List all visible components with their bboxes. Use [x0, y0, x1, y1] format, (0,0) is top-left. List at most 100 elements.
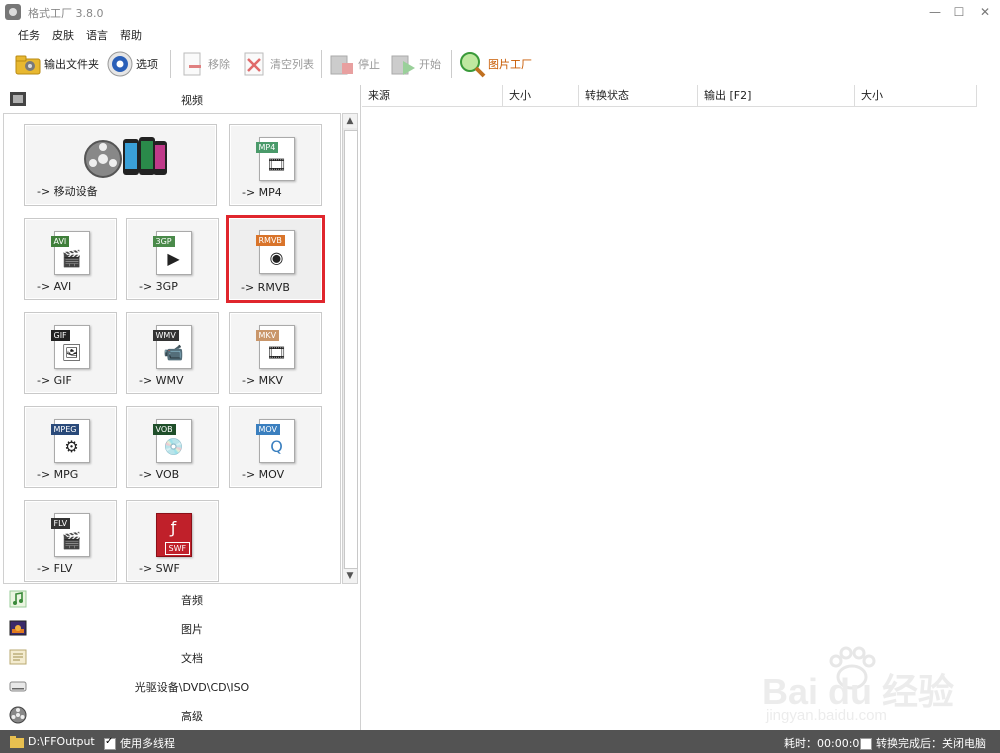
category-audio[interactable]: 音频	[0, 585, 360, 613]
scroll-up-arrow[interactable]: ▲	[343, 114, 357, 128]
category-picture-label: 图片	[181, 623, 203, 636]
column-header-output[interactable]: 输出 [F2]	[698, 85, 855, 107]
stop-button[interactable]: 停止	[328, 50, 380, 78]
menu-bar: 任务 皮肤 语言 帮助	[0, 24, 1000, 44]
minimize-button[interactable]: —	[922, 2, 948, 22]
tile-mov[interactable]: MOV Q -> MOV	[229, 406, 322, 488]
column-header-output-size[interactable]: 大小	[855, 85, 977, 107]
multithread-checkbox[interactable]: 使用多线程	[104, 735, 175, 751]
avi-icon: AVI 🎬	[50, 231, 90, 275]
scroll-thumb[interactable]	[344, 130, 358, 569]
remove-icon	[178, 50, 206, 78]
folder-icon	[14, 50, 42, 78]
elapsed-time: 耗时：00:00:00	[784, 737, 867, 750]
remove-label: 移除	[208, 58, 230, 71]
menu-skin[interactable]: 皮肤	[52, 27, 74, 43]
category-video[interactable]: 视频	[0, 85, 360, 113]
title-bar: 格式工厂 3.8.0 — ☐ ✕	[0, 0, 1000, 24]
close-button[interactable]: ✕	[972, 2, 998, 22]
tile-gif[interactable]: GIF 🖼 -> GIF	[24, 312, 117, 394]
gif-icon: GIF 🖼	[50, 325, 90, 369]
clear-list-label: 清空列表	[270, 58, 314, 71]
mov-icon: MOV Q	[255, 419, 295, 463]
tile-label: -> MKV	[242, 374, 283, 387]
remove-button[interactable]: 移除	[178, 50, 230, 78]
toolbar-divider	[451, 50, 452, 78]
after-convert-label: 转换完成后：关闭电脑	[876, 737, 986, 750]
stop-icon	[328, 50, 356, 78]
picture-factory-button[interactable]: 图片工厂	[458, 50, 532, 78]
tile-label: -> MPG	[37, 468, 79, 481]
category-video-label: 视频	[181, 94, 203, 107]
column-header-source[interactable]: 来源	[362, 85, 503, 107]
3gp-icon: 3GP ▶	[152, 231, 192, 275]
tile-label: -> VOB	[139, 468, 180, 481]
scroll-down-arrow[interactable]: ▼	[343, 569, 357, 583]
tile-rmvb[interactable]: RMVB ◉ -> RMVB	[226, 215, 325, 303]
category-advanced-label: 高级	[181, 710, 203, 723]
menu-help[interactable]: 帮助	[120, 27, 142, 43]
tile-mobile-device[interactable]: -> 移动设备	[24, 124, 217, 206]
mkv-icon: MKV 🎞	[255, 325, 295, 369]
format-grid-scrollbar[interactable]: ▲ ▼	[342, 113, 358, 584]
wmv-icon: WMV 📹	[152, 325, 192, 369]
after-convert-check-icon	[860, 738, 872, 750]
mpeg-icon: MPEG ⚙	[50, 419, 90, 463]
toolbar-divider	[321, 50, 322, 78]
tile-label: -> MP4	[242, 186, 282, 199]
start-button[interactable]: 开始	[389, 50, 441, 78]
tile-label: -> SWF	[139, 562, 180, 575]
tile-label: -> WMV	[139, 374, 184, 387]
tile-avi[interactable]: AVI 🎬 -> AVI	[24, 218, 117, 300]
after-convert-checkbox[interactable]: 转换完成后：关闭电脑	[860, 735, 986, 751]
tile-label: -> 移动设备	[37, 185, 98, 198]
category-picture[interactable]: 图片	[0, 614, 360, 642]
multithread-check-icon	[104, 736, 116, 750]
swf-icon: SWF ƒ	[155, 513, 192, 557]
format-grid: -> 移动设备 MP4 🎞 -> MP4 AVI 🎬 -> AVI 3GP ▶ -> …	[3, 113, 341, 584]
tile-mp4[interactable]: MP4 🎞 -> MP4	[229, 124, 322, 206]
tile-mpg[interactable]: MPEG ⚙ -> MPG	[24, 406, 117, 488]
category-rom-device[interactable]: 光驱设备\DVD\CD\ISO	[0, 672, 360, 700]
window-title: 格式工厂 3.8.0	[28, 7, 104, 20]
watermark-url: jingyan.baidu.com	[766, 707, 887, 724]
tile-flv[interactable]: FLV 🎬 -> FLV	[24, 500, 117, 582]
maximize-button[interactable]: ☐	[946, 2, 972, 22]
tile-mkv[interactable]: MKV 🎞 -> MKV	[229, 312, 322, 394]
gear-icon	[106, 50, 134, 78]
rmvb-icon: RMVB ◉	[255, 230, 295, 274]
tile-wmv[interactable]: WMV 📹 -> WMV	[126, 312, 219, 394]
output-folder-label: 输出文件夹	[44, 58, 99, 71]
tile-vob[interactable]: VOB 💿 -> VOB	[126, 406, 219, 488]
category-advanced[interactable]: 高级	[0, 701, 360, 729]
tile-label: -> RMVB	[241, 281, 290, 294]
menu-language[interactable]: 语言	[86, 27, 108, 43]
folder-icon	[10, 736, 24, 748]
column-header-size[interactable]: 大小	[503, 85, 579, 107]
stop-label: 停止	[358, 58, 380, 71]
menu-task[interactable]: 任务	[18, 27, 40, 43]
category-rom-device-label: 光驱设备\DVD\CD\ISO	[134, 681, 250, 694]
category-document[interactable]: 文档	[0, 643, 360, 671]
vob-icon: VOB 💿	[152, 419, 192, 463]
tile-label: -> FLV	[37, 562, 73, 575]
clear-icon	[240, 50, 268, 78]
column-header-status[interactable]: 转换状态	[579, 85, 698, 107]
tile-label: -> MOV	[242, 468, 285, 481]
category-audio-label: 音频	[181, 594, 203, 607]
mp4-icon: MP4 🎞	[255, 137, 295, 181]
tile-label: -> GIF	[37, 374, 72, 387]
tile-label: -> 3GP	[139, 280, 178, 293]
tile-swf[interactable]: SWF ƒ -> SWF	[126, 500, 219, 582]
output-path[interactable]: D:\FFOutput	[10, 735, 95, 748]
app-icon	[5, 4, 21, 20]
options-button[interactable]: 选项	[106, 50, 158, 78]
clear-list-button[interactable]: 清空列表	[240, 50, 314, 78]
tile-3gp[interactable]: 3GP ▶ -> 3GP	[126, 218, 219, 300]
status-bar: D:\FFOutput 使用多线程 耗时：00:00:00 转换完成后：关闭电脑	[0, 730, 1000, 753]
toolbar-divider	[170, 50, 171, 78]
output-folder-button[interactable]: 输出文件夹	[14, 50, 99, 78]
task-list[interactable]: 来源 大小 转换状态 输出 [F2] 大小	[362, 85, 1000, 730]
magnifier-icon	[458, 50, 486, 78]
flv-icon: FLV 🎬	[50, 513, 90, 557]
